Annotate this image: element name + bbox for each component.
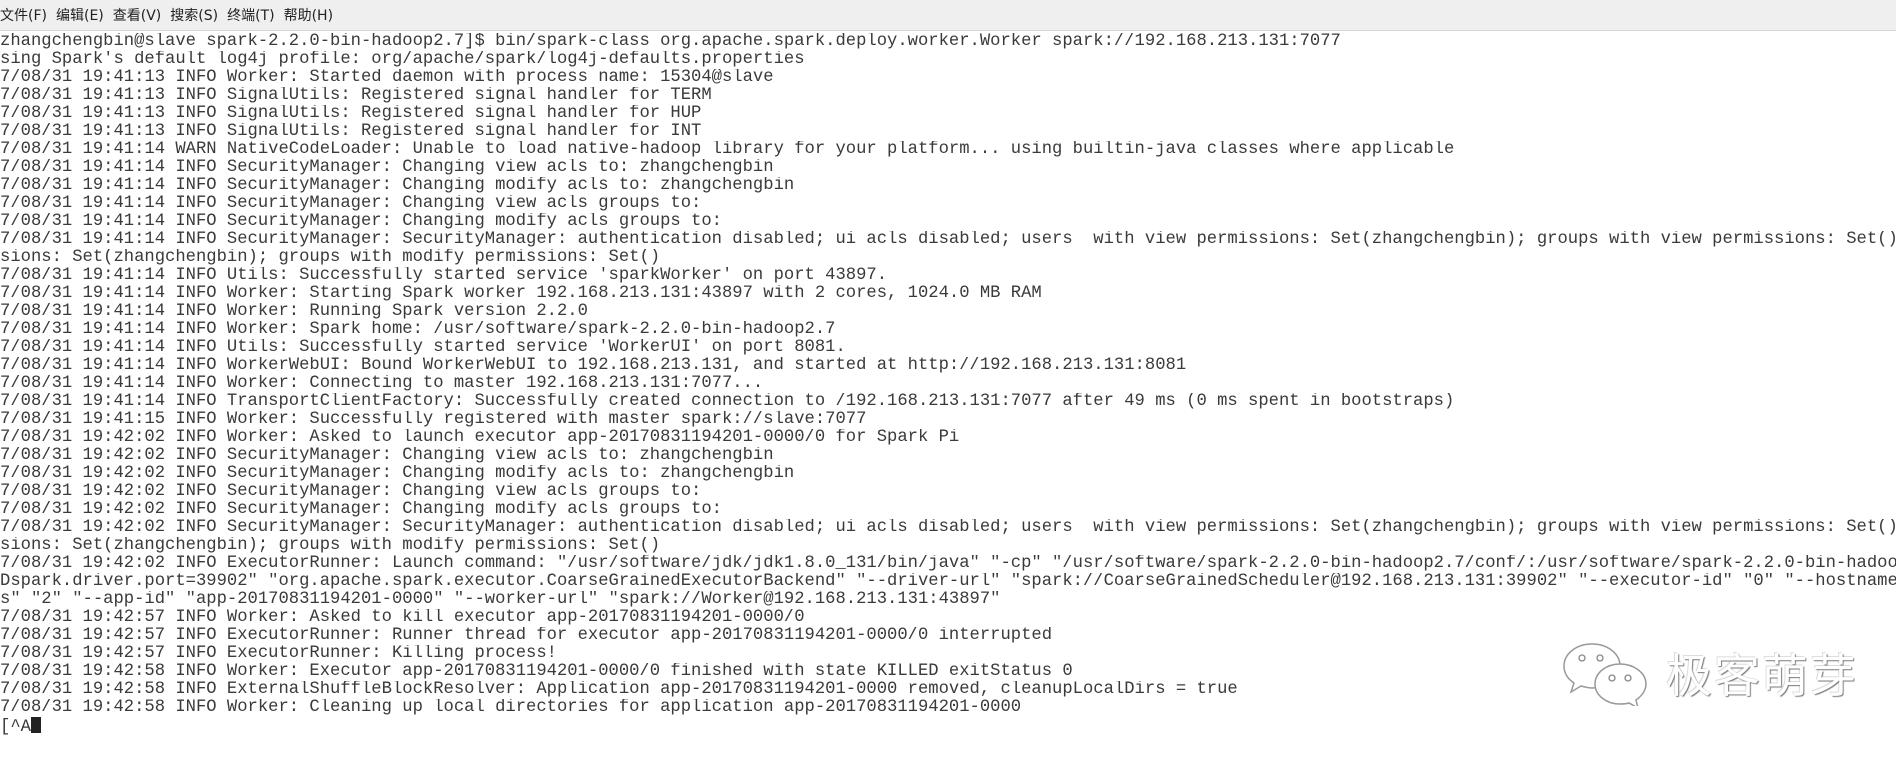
terminal-line: s" "2" "--app-id" "app-20170831194201-00… [0,591,1001,609]
terminal-line: sions: Set(zhangchengbin); groups with m… [0,537,661,555]
terminal-line: 7/08/31 19:42:02 INFO SecurityManager: C… [0,501,722,519]
prompt-input-text: [^A [0,718,31,736]
terminal-line: 7/08/31 19:41:14 INFO Worker: Starting S… [0,285,1042,303]
terminal-line: 7/08/31 19:42:02 INFO Worker: Asked to l… [0,429,960,447]
terminal-line: zhangchengbin@slave spark-2.2.0-bin-hado… [0,33,1341,51]
terminal-line: 7/08/31 19:41:14 INFO Utils: Successfull… [0,339,846,357]
terminal-line: 7/08/31 19:41:14 INFO Worker: Connecting… [0,375,764,393]
menu-bar: 文件(F) 编辑(E) 查看(V) 搜索(S) 终端(T) 帮助(H) [0,0,1896,31]
terminal-line: 7/08/31 19:41:14 INFO SecurityManager: C… [0,177,795,195]
terminal-line: Dspark.driver.port=39902" "org.apache.sp… [0,573,1896,591]
terminal-line: 7/08/31 19:42:02 INFO SecurityManager: C… [0,465,795,483]
menu-terminal[interactable]: 终端(T) [227,5,283,25]
terminal-line: 7/08/31 19:41:14 INFO SecurityManager: S… [0,231,1896,249]
wechat-icon [1563,643,1647,706]
terminal-line: 7/08/31 19:41:14 INFO SecurityManager: C… [0,159,774,177]
terminal-line: 7/08/31 19:41:14 INFO SecurityManager: C… [0,213,722,231]
menu-help[interactable]: 帮助(H) [284,5,342,25]
text-cursor [30,717,41,733]
watermark-text: 极客萌芽 [1666,649,1858,703]
terminal-line: 7/08/31 19:41:14 INFO SecurityManager: C… [0,195,702,213]
menu-view[interactable]: 查看(V) [113,5,171,25]
terminal-line: 7/08/31 19:41:13 INFO SignalUtils: Regis… [0,87,712,105]
terminal-line: sing Spark's default log4j profile: org/… [0,51,805,69]
terminal-line: 7/08/31 19:41:13 INFO Worker: Started da… [0,69,774,87]
terminal-line: 7/08/31 19:42:02 INFO ExecutorRunner: La… [0,555,1896,573]
terminal-line: 7/08/31 19:42:02 INFO SecurityManager: C… [0,447,774,465]
watermark: 极客萌芽 [1560,640,1858,706]
terminal-line: 7/08/31 19:41:14 WARN NativeCodeLoader: … [0,141,1455,159]
terminal-line: 7/08/31 19:41:15 INFO Worker: Successful… [0,411,867,429]
terminal-line: 7/08/31 19:41:13 INFO SignalUtils: Regis… [0,123,702,141]
terminal-line: 7/08/31 19:41:14 INFO Utils: Successfull… [0,267,888,285]
menu-search[interactable]: 搜索(S) [170,5,227,25]
terminal-line: sions: Set(zhangchengbin); groups with m… [0,249,661,267]
terminal-line: 7/08/31 19:42:57 INFO Worker: Asked to k… [0,609,805,627]
terminal-line: 7/08/31 19:42:02 INFO SecurityManager: S… [0,519,1896,537]
terminal-line: 7/08/31 19:42:02 INFO SecurityManager: C… [0,483,702,501]
menu-edit[interactable]: 编辑(E) [56,5,113,25]
terminal-line: 7/08/31 19:41:14 INFO Worker: Spark home… [0,321,836,339]
terminal-line: 7/08/31 19:41:14 INFO WorkerWebUI: Bound… [0,357,1187,375]
terminal-line: 7/08/31 19:41:14 INFO TransportClientFac… [0,393,1455,411]
terminal-line: 7/08/31 19:41:13 INFO SignalUtils: Regis… [0,105,702,123]
menu-file[interactable]: 文件(F) [0,5,56,25]
prompt-line[interactable]: [^A [0,717,1896,735]
terminal-line: 7/08/31 19:41:14 INFO Worker: Running Sp… [0,303,588,321]
